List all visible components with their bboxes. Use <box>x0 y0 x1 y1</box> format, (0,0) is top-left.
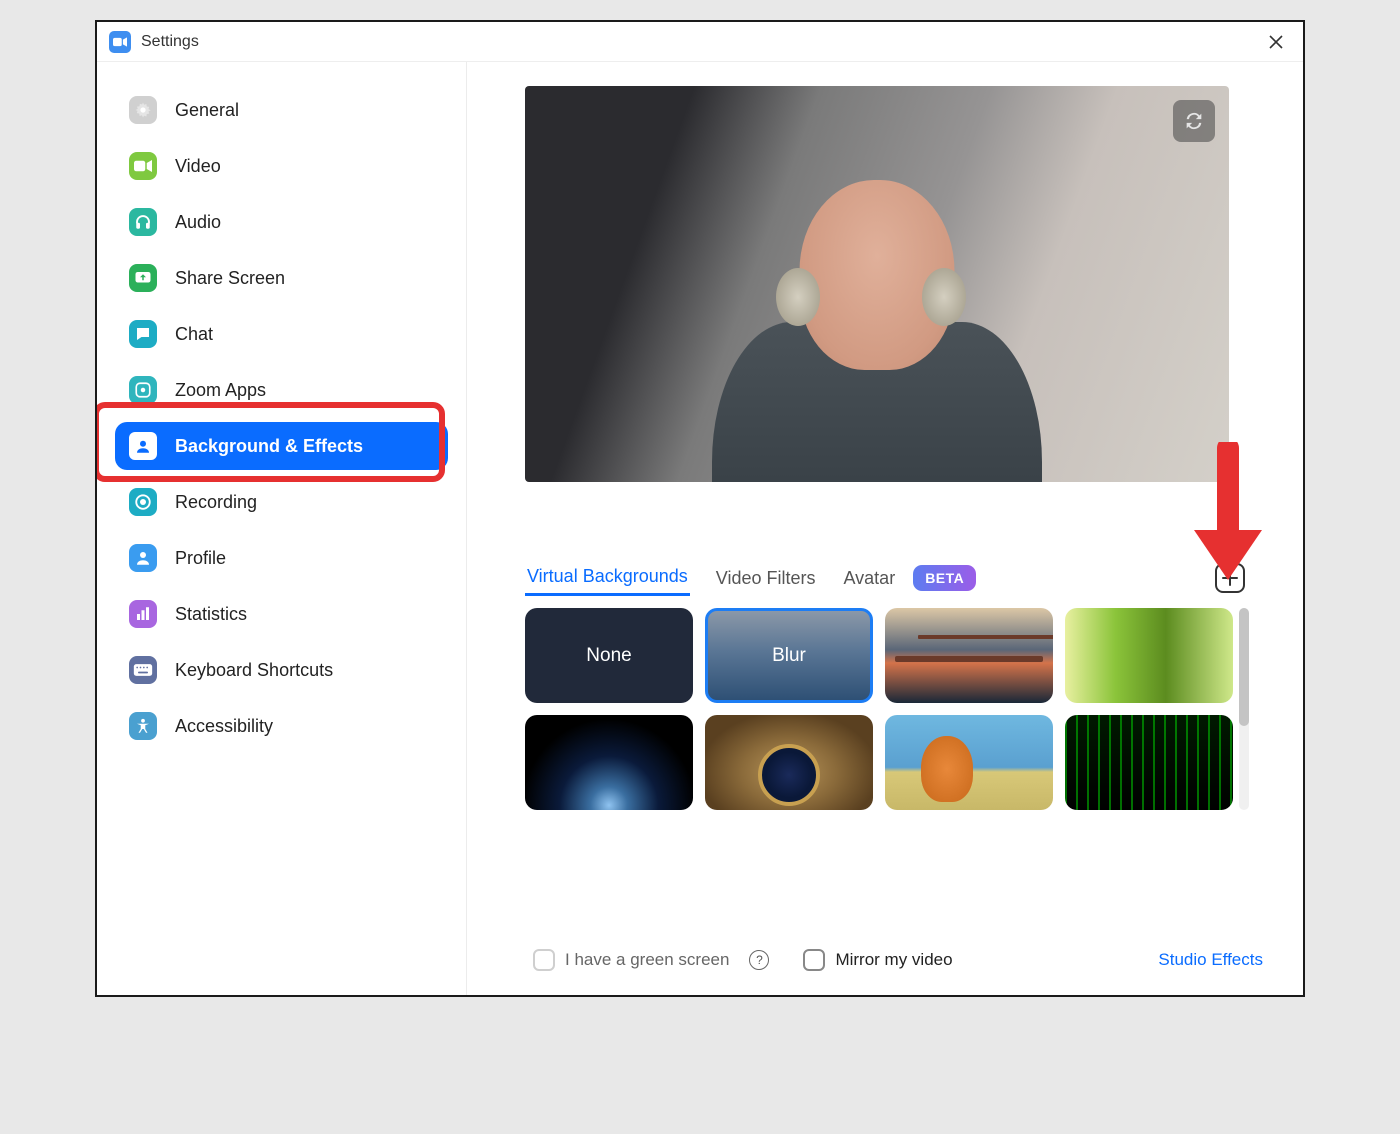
background-option-bikini-bottom[interactable] <box>885 715 1053 810</box>
window-title: Settings <box>141 33 199 51</box>
keyboard-icon <box>129 656 157 684</box>
video-preview <box>525 86 1229 482</box>
background-option-grass[interactable] <box>1065 608 1233 703</box>
sidebar-item-statistics[interactable]: Statistics <box>115 590 448 638</box>
sidebar-item-profile[interactable]: Profile <box>115 534 448 582</box>
sidebar-item-share-screen[interactable]: Share Screen <box>115 254 448 302</box>
video-icon <box>129 152 157 180</box>
rotate-camera-button[interactable] <box>1173 100 1215 142</box>
person-card-icon <box>129 432 157 460</box>
sidebar-item-label: Zoom Apps <box>175 380 266 401</box>
sidebar-item-audio[interactable]: Audio <box>115 198 448 246</box>
thumbnail-label: None <box>586 645 631 667</box>
sidebar-item-zoom-apps[interactable]: Zoom Apps <box>115 366 448 414</box>
sidebar-item-label: Share Screen <box>175 268 285 289</box>
sidebar-item-label: Statistics <box>175 604 247 625</box>
studio-effects-link[interactable]: Studio Effects <box>1158 950 1263 970</box>
sidebar-item-keyboard-shortcuts[interactable]: Keyboard Shortcuts <box>115 646 448 694</box>
statistics-icon <box>129 600 157 628</box>
main-panel: Virtual Backgrounds Video Filters Avatar… <box>467 62 1303 995</box>
green-screen-label: I have a green screen <box>565 950 729 970</box>
background-option-bridge[interactable] <box>885 608 1053 703</box>
tab-virtual-backgrounds[interactable]: Virtual Backgrounds <box>525 560 690 596</box>
share-screen-icon <box>129 264 157 292</box>
titlebar: Settings <box>97 22 1303 62</box>
tab-avatar[interactable]: Avatar <box>841 562 897 595</box>
background-option-matrix[interactable] <box>1065 715 1233 810</box>
sidebar-item-label: Profile <box>175 548 226 569</box>
sidebar-item-chat[interactable]: Chat <box>115 310 448 358</box>
background-thumbnail-grid: None Blur <box>525 608 1233 810</box>
sidebar-item-label: Chat <box>175 324 213 345</box>
accessibility-icon <box>129 712 157 740</box>
thumbnail-label: Blur <box>772 645 806 667</box>
background-option-blur[interactable]: Blur <box>705 608 873 703</box>
sidebar-item-video[interactable]: Video <box>115 142 448 190</box>
close-button[interactable] <box>1261 27 1291 57</box>
sidebar-item-background-effects[interactable]: Background & Effects <box>115 422 448 470</box>
sidebar-item-label: Keyboard Shortcuts <box>175 660 333 681</box>
background-tabs: Virtual Backgrounds Video Filters Avatar… <box>525 560 1245 596</box>
gear-icon <box>129 96 157 124</box>
footer-options: I have a green screen ? Mirror my video … <box>517 931 1273 995</box>
sidebar-item-label: Audio <box>175 212 221 233</box>
beta-badge: BETA <box>913 565 976 591</box>
background-option-oval-office[interactable] <box>705 715 873 810</box>
preview-person <box>712 152 1042 482</box>
background-option-earth[interactable] <box>525 715 693 810</box>
background-option-none[interactable]: None <box>525 608 693 703</box>
sidebar-item-label: General <box>175 100 239 121</box>
profile-icon <box>129 544 157 572</box>
record-icon <box>129 488 157 516</box>
mirror-video-label: Mirror my video <box>835 950 952 970</box>
sidebar-item-label: Background & Effects <box>175 436 363 457</box>
add-background-button[interactable] <box>1215 563 1245 593</box>
settings-sidebar: General Video Audio Share Screen <box>97 62 467 995</box>
sidebar-item-label: Accessibility <box>175 716 273 737</box>
sidebar-item-label: Recording <box>175 492 257 513</box>
settings-window: Settings General Video <box>95 20 1305 997</box>
tab-video-filters[interactable]: Video Filters <box>714 562 818 595</box>
sidebar-item-label: Video <box>175 156 221 177</box>
sidebar-item-general[interactable]: General <box>115 86 448 134</box>
sidebar-item-accessibility[interactable]: Accessibility <box>115 702 448 750</box>
green-screen-help-icon[interactable]: ? <box>749 950 769 970</box>
thumbnail-scrollbar[interactable] <box>1239 608 1249 810</box>
chat-icon <box>129 320 157 348</box>
green-screen-checkbox[interactable] <box>533 949 555 971</box>
headphones-icon <box>129 208 157 236</box>
mirror-video-checkbox[interactable] <box>803 949 825 971</box>
zoom-app-icon <box>109 31 131 53</box>
sidebar-item-recording[interactable]: Recording <box>115 478 448 526</box>
apps-icon <box>129 376 157 404</box>
